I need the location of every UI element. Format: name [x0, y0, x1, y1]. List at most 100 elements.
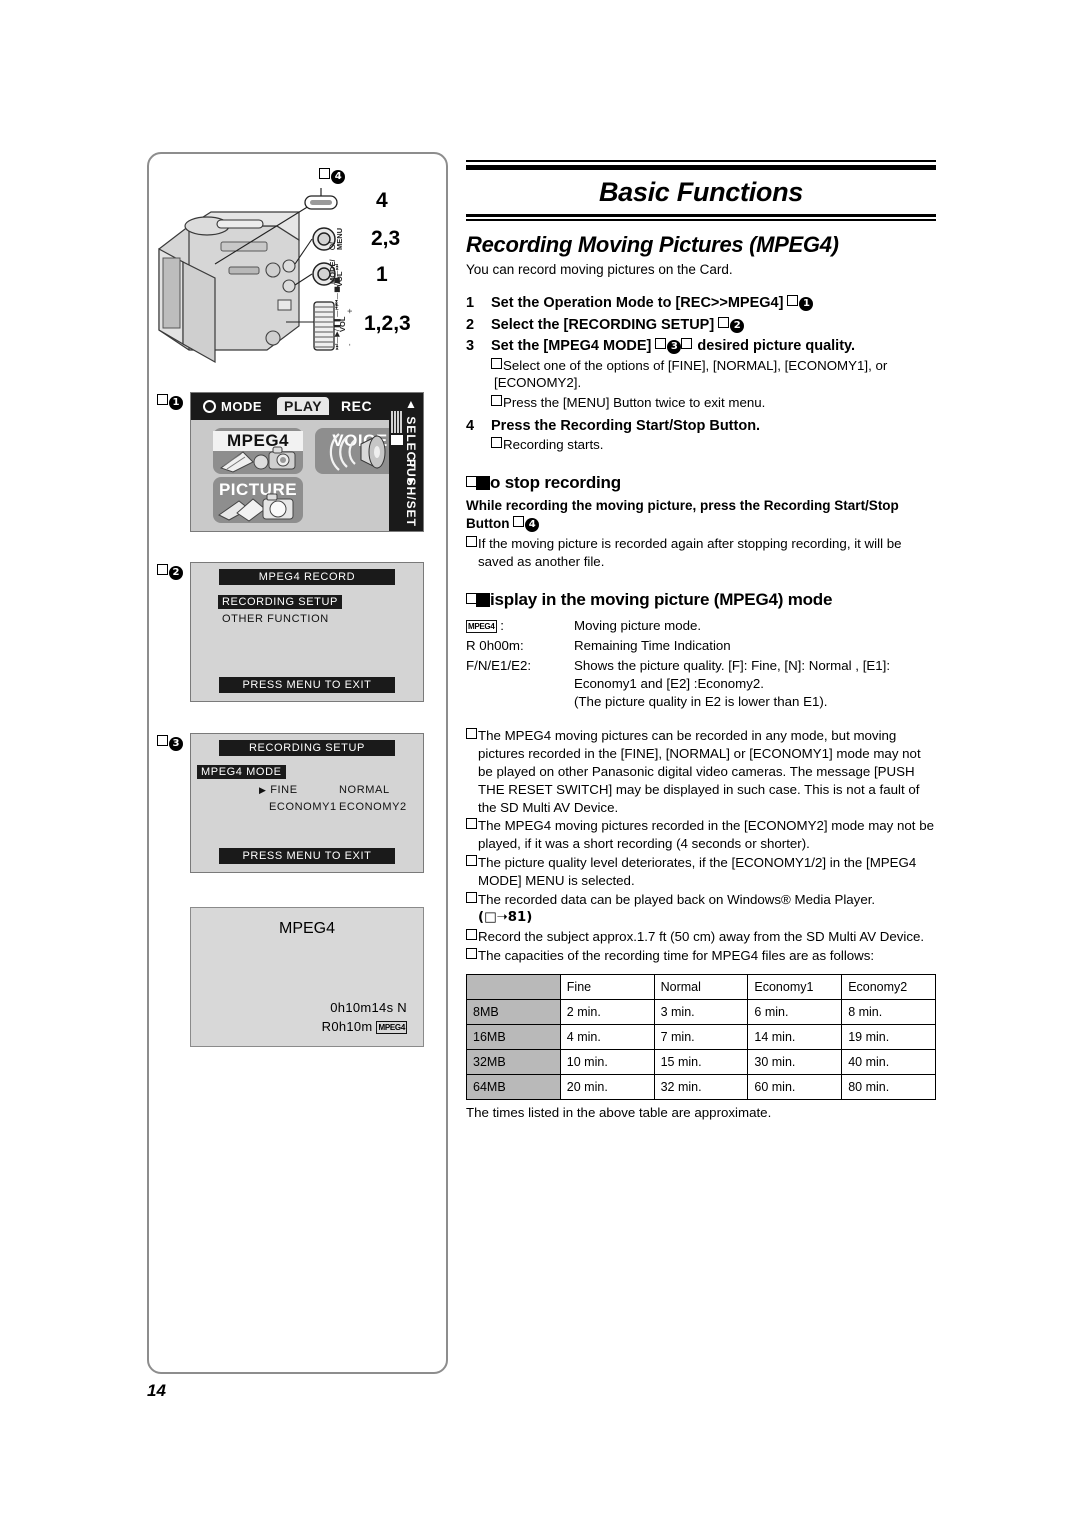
mpeg4-badge-icon: MPEG4 — [466, 620, 497, 634]
heading-to-stop-recording: o stop recording — [466, 473, 936, 493]
rec-display-elapsed: 0h10m14s N — [330, 1000, 407, 1015]
box-glyph-icon — [466, 948, 477, 959]
option-fine[interactable]: ▶ FINE — [259, 784, 298, 796]
row-label-32mb: 32MB — [466, 1048, 561, 1075]
option-economy1[interactable]: ECONOMY1 — [269, 801, 337, 813]
tile-mpeg4[interactable]: MPEG4 — [213, 428, 303, 474]
circle-number-2: 2 — [169, 566, 183, 580]
box-glyph-icon — [491, 437, 502, 449]
mode-label: MODE — [221, 399, 262, 414]
svg-text:-: - — [346, 343, 354, 346]
cell-32mb-economy2: 40 min. — [841, 1048, 936, 1075]
table-col-normal: Normal — [653, 973, 749, 1000]
camera-step-marker-1: 1 — [376, 263, 388, 286]
box-glyph-icon — [718, 316, 730, 328]
screen-side-column: PUSH/SET ▲ SELECT ▼ — [389, 393, 423, 531]
camera-callout-ref: 4 — [319, 168, 345, 184]
option-economy2[interactable]: ECONOMY2 — [339, 801, 407, 813]
box-glyph-icon — [655, 338, 667, 350]
box-glyph-icon — [466, 929, 477, 941]
circle-number-1: 1 — [799, 297, 814, 311]
display-row-remaining: R 0h00m: Remaining Time Indication — [466, 637, 936, 657]
box-glyph-icon — [466, 818, 477, 830]
screen-mpeg4-record: MPEG4 RECORD RECORDING SETUP OTHER FUNCT… — [190, 562, 424, 702]
menu-item-other-function[interactable]: OTHER FUNCTION — [222, 613, 329, 625]
header-rule-thick — [466, 165, 936, 170]
section-lede: You can record moving pictures on the Ca… — [466, 262, 733, 277]
cell-8mb-economy1: 6 min. — [747, 998, 843, 1025]
step-3-text-after: desired picture quality. — [693, 338, 856, 355]
box-glyph-icon — [787, 295, 799, 306]
circle-number-3: 3 — [667, 340, 682, 355]
box-glyph-icon — [157, 564, 168, 575]
screen3-ref: 3 — [157, 735, 183, 751]
cell-8mb-normal: 3 min. — [653, 998, 749, 1025]
step-4-note-1: Recording starts. — [491, 436, 936, 454]
tab-play[interactable]: PLAY — [277, 397, 330, 415]
mpeg4-camcorder-icon — [219, 446, 296, 473]
camera-drawing: MENU ⏻/ VOL MODE/ VOL ⏮—■/■—⏭ ⏭—▶/❚❚—⏮ +… — [158, 188, 354, 364]
menu-footer: PRESS MENU TO EXIT — [219, 677, 395, 693]
box-glyph-icon — [157, 735, 168, 746]
menu-title: MPEG4 RECORD — [219, 569, 395, 585]
box-glyph-icon — [513, 516, 525, 528]
table-header-row: Fine Normal Economy1 Economy2 — [466, 973, 936, 1000]
option-normal[interactable]: NORMAL — [339, 784, 390, 796]
step-2-number: 2 — [466, 316, 475, 333]
display-key-mpeg4: MPEG4 : — [466, 618, 504, 634]
note-bullet-1: The MPEG4 moving pictures can be recorde… — [466, 727, 936, 817]
row-label-16mb: 16MB — [466, 1023, 561, 1050]
mpeg4-badge-icon: MPEG4 — [376, 1021, 407, 1034]
tile-picture[interactable]: PICTURE — [213, 477, 303, 523]
screen1-ref: 1 — [157, 394, 183, 410]
note-bullet-5: Record the subject approx.1.7 ft (50 cm)… — [466, 928, 936, 946]
cell-16mb-normal: 7 min. — [653, 1023, 749, 1050]
notes-bullet-list: The MPEG4 moving pictures can be recorde… — [466, 727, 936, 965]
row-label-8mb: 8MB — [466, 998, 561, 1025]
box-glyph-icon — [157, 394, 168, 405]
step-4: 4 Press the Recording Start/Stop Button.… — [466, 416, 936, 454]
content-column: Basic Functions Recording Moving Picture… — [466, 160, 936, 1120]
menu-item-recording-setup[interactable]: RECORDING SETUP — [218, 595, 342, 609]
steps-list: 1 Set the Operation Mode to [REC>>MPEG4]… — [466, 293, 936, 454]
stop-recording-note: If the moving picture is recorded again … — [466, 535, 936, 571]
menu-footer: PRESS MENU TO EXIT — [219, 848, 395, 864]
filled-square-icon — [476, 593, 490, 608]
step-4-text: Press the Recording Start/Stop Button. — [491, 417, 761, 434]
table-row: 32MB 10 min. 15 min. 30 min. 40 min. — [466, 1048, 936, 1075]
circle-number-1: 1 — [169, 396, 183, 410]
page-reference[interactable]: (□➝81) — [478, 909, 936, 927]
scroll-indicator-icon — [391, 411, 403, 445]
cell-16mb-fine: 4 min. — [559, 1023, 655, 1050]
cell-32mb-fine: 10 min. — [559, 1048, 655, 1075]
screen-rec-display: MPEG4 0h10m14s N R0h10m MPEG4 — [190, 907, 424, 1047]
note-bullet-2: The MPEG4 moving pictures recorded in th… — [466, 817, 936, 853]
step-1-ref: 1 — [787, 295, 814, 311]
note-bullet-6: The capacities of the recording time for… — [466, 947, 936, 965]
cell-32mb-normal: 15 min. — [653, 1048, 749, 1075]
cell-64mb-fine: 20 min. — [559, 1073, 655, 1100]
box-glyph-icon — [681, 338, 693, 350]
mode-dot-icon — [203, 400, 216, 413]
step-3-note-2: Press the [MENU] Button twice to exit me… — [491, 394, 936, 412]
step-2-text: Select the [RECORDING SETUP] — [491, 316, 719, 333]
step-3-text: Set the [MPEG4 MODE] — [491, 338, 656, 355]
step-3: 3 Set the [MPEG4 MODE] 3 desired picture… — [466, 336, 936, 412]
circle-number-3: 3 — [169, 737, 183, 751]
table-row: 64MB 20 min. 32 min. 60 min. 80 min. — [466, 1073, 936, 1100]
tab-rec[interactable]: REC — [334, 397, 380, 415]
box-glyph-icon — [466, 727, 477, 739]
display-key-remaining: R 0h00m: — [466, 638, 524, 653]
camera-step-marker-23: 2,3 — [371, 227, 401, 250]
cell-16mb-economy1: 14 min. — [747, 1023, 843, 1050]
step-2-ref: 2 — [718, 316, 745, 333]
cell-8mb-fine: 2 min. — [559, 998, 655, 1025]
title-rule-2 — [466, 219, 936, 221]
step-3-ref: 3 — [655, 338, 693, 355]
svg-text:⏻/: ⏻/ — [328, 241, 337, 250]
display-value-quality: Shows the picture quality. [F]: Fine, [N… — [574, 657, 891, 709]
step-1-text: Set the Operation Mode to [REC>>MPEG4] — [491, 295, 788, 311]
rec-display-title: MPEG4 — [278, 920, 335, 937]
display-row-mpeg4: MPEG4 : Moving picture mode. — [466, 617, 936, 637]
note-bullet-4: The recorded data can be played back on … — [466, 891, 936, 927]
